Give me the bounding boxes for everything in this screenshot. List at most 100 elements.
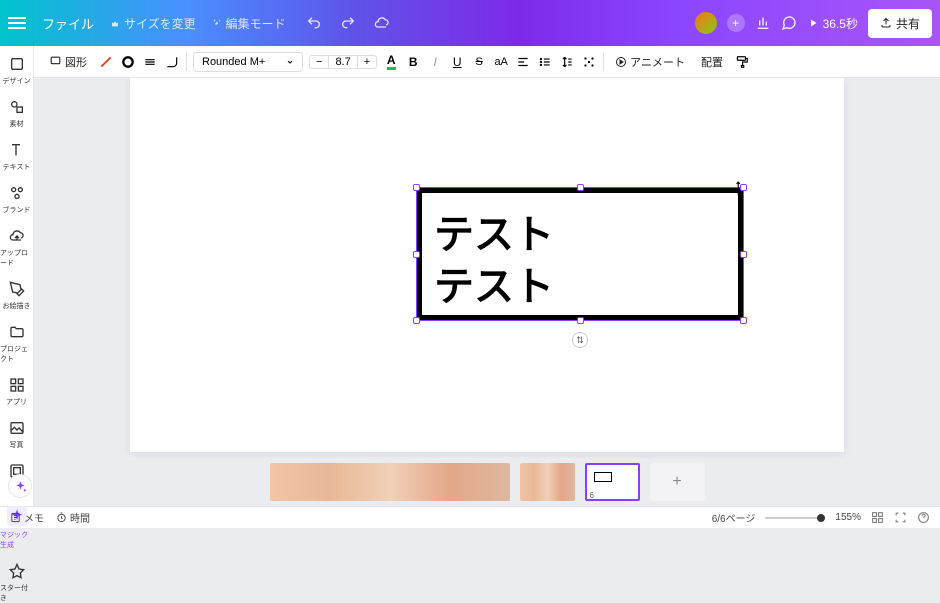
file-menu[interactable]: ファイル xyxy=(42,14,94,33)
thumbnail[interactable] xyxy=(520,463,575,501)
resize-handle-bl[interactable] xyxy=(413,317,420,324)
resize-handle-br[interactable] xyxy=(740,317,747,324)
ai-fab-button[interactable] xyxy=(8,474,32,498)
autogrow-toggle[interactable]: ⇅ xyxy=(572,332,588,348)
sidebar-item-draw[interactable]: お絵描き xyxy=(3,281,31,311)
font-name-label: Rounded M+ xyxy=(202,56,265,68)
sidebar-item-photos[interactable]: 写真 xyxy=(9,420,25,450)
selected-element[interactable]: テスト テスト ⇅ xyxy=(417,188,743,320)
notes-icon xyxy=(10,512,21,523)
strike-icon: S xyxy=(476,56,483,68)
sparkle-icon xyxy=(14,480,27,493)
page-thumbnails: 6 + xyxy=(34,458,940,506)
text-line: テスト xyxy=(434,261,726,313)
bottombar-right: 6/6ページ 155% xyxy=(712,510,930,525)
resize-handle-t[interactable] xyxy=(577,184,584,191)
cloud-icon[interactable] xyxy=(374,15,390,31)
bold-button[interactable]: B xyxy=(405,54,421,70)
font-size-value[interactable]: 8.7 xyxy=(328,56,357,68)
wand-icon xyxy=(212,18,222,28)
share-button[interactable]: 共有 xyxy=(868,9,932,38)
add-page-button[interactable]: + xyxy=(650,463,705,501)
chart-icon[interactable] xyxy=(755,15,771,31)
sidebar-item-starred[interactable]: スター付き xyxy=(0,563,33,603)
spacing-button[interactable] xyxy=(559,54,575,70)
redo-icon[interactable] xyxy=(340,15,356,31)
rectangle-shape[interactable]: テスト テスト xyxy=(417,188,743,320)
chevron-down-icon xyxy=(286,58,294,66)
thumbnail-preview xyxy=(594,472,612,482)
play-time-label: 36.5秒 xyxy=(823,15,858,32)
border-style-button[interactable] xyxy=(142,54,158,70)
zoom-slider-knob[interactable] xyxy=(817,514,825,522)
size-increase-button[interactable]: + xyxy=(358,56,376,68)
sidebar-item-label: スター付き xyxy=(0,583,33,603)
resize-handle-b[interactable] xyxy=(577,317,584,324)
shape-label: 図形 xyxy=(65,54,87,70)
sidebar-item-text[interactable]: テキスト xyxy=(3,142,31,172)
photo-icon xyxy=(9,420,25,436)
italic-button[interactable]: I xyxy=(427,54,443,70)
help-icon[interactable] xyxy=(917,511,930,524)
thumbnail-strip[interactable] xyxy=(270,463,510,501)
resize-menu[interactable]: サイズを変更 xyxy=(110,15,196,32)
strike-button[interactable]: S xyxy=(471,54,487,70)
sidebar-item-apps[interactable]: アプリ xyxy=(6,377,27,407)
sidebar-item-upload[interactable]: アップロード xyxy=(0,228,33,268)
font-selector[interactable]: Rounded M+ xyxy=(193,52,303,72)
textcolor-icon: A xyxy=(387,53,396,70)
fullscreen-icon[interactable] xyxy=(894,511,907,524)
present-button[interactable]: 36.5秒 xyxy=(807,15,858,32)
sidebar-item-projects[interactable]: プロジェクト xyxy=(0,324,33,364)
sidebar-item-label: お絵描き xyxy=(3,301,31,311)
topbar: ファイル サイズを変更 編集モード + 36.5秒 共有 xyxy=(0,0,940,46)
zoom-slider[interactable] xyxy=(765,517,825,519)
grid-view-icon[interactable] xyxy=(871,511,884,524)
avatar[interactable] xyxy=(695,12,717,34)
lines-icon xyxy=(143,55,157,69)
notes-button[interactable]: メモ xyxy=(10,510,44,525)
separator xyxy=(186,53,187,71)
shape-text[interactable]: テスト テスト xyxy=(422,193,738,329)
effects-button[interactable] xyxy=(581,54,597,70)
resize-handle-r[interactable] xyxy=(740,251,747,258)
text-color-button[interactable]: A xyxy=(383,54,399,70)
canvas[interactable]: テスト テスト ⇅ xyxy=(34,78,940,458)
pen-color-button[interactable] xyxy=(98,54,114,70)
sidebar-item-brand[interactable]: ブランド xyxy=(3,185,31,215)
sidebar-item-elements[interactable]: 素材 xyxy=(9,99,25,129)
copy-style-button[interactable] xyxy=(734,54,750,70)
page-counter: 6/6ページ xyxy=(712,510,756,525)
zoom-value[interactable]: 155% xyxy=(835,512,861,523)
shape-button[interactable]: 図形 xyxy=(44,51,92,73)
list-button[interactable] xyxy=(537,54,553,70)
size-decrease-button[interactable]: − xyxy=(310,56,328,68)
add-member-button[interactable]: + xyxy=(727,14,745,32)
animate-icon xyxy=(615,56,627,68)
menu-icon[interactable] xyxy=(8,17,26,29)
comment-icon[interactable] xyxy=(781,15,797,31)
thumbnail-active[interactable]: 6 xyxy=(585,463,640,501)
duration-button[interactable]: 時間 xyxy=(56,510,90,525)
duration-label: 時間 xyxy=(70,510,90,525)
list-icon xyxy=(538,55,552,69)
layout: デザイン 素材 テキスト ブランド アップロード お絵描き プロジェクト アプリ… xyxy=(0,46,940,506)
apps-icon xyxy=(9,377,25,393)
align-button[interactable] xyxy=(515,54,531,70)
page[interactable]: テスト テスト ⇅ xyxy=(130,78,844,452)
sidebar-item-design[interactable]: デザイン xyxy=(3,56,31,86)
undo-icon[interactable] xyxy=(306,15,322,31)
case-button[interactable]: aA xyxy=(493,54,509,70)
sidebar-item-label: マジック生成 xyxy=(0,530,33,550)
resize-handle-l[interactable] xyxy=(413,251,420,258)
underline-button[interactable]: U xyxy=(449,54,465,70)
animate-button[interactable]: アニメート xyxy=(610,51,690,73)
pen-icon xyxy=(99,55,113,69)
context-bar: 図形 Rounded M+ − 8.7 + A B I U S aA xyxy=(34,46,940,78)
border-weight-button[interactable] xyxy=(120,54,136,70)
corner-button[interactable] xyxy=(164,54,180,70)
position-button[interactable]: 配置 xyxy=(696,51,728,73)
resize-handle-tl[interactable] xyxy=(413,184,420,191)
editmode-menu[interactable]: 編集モード xyxy=(212,15,286,32)
workspace: 図形 Rounded M+ − 8.7 + A B I U S aA xyxy=(34,46,940,506)
